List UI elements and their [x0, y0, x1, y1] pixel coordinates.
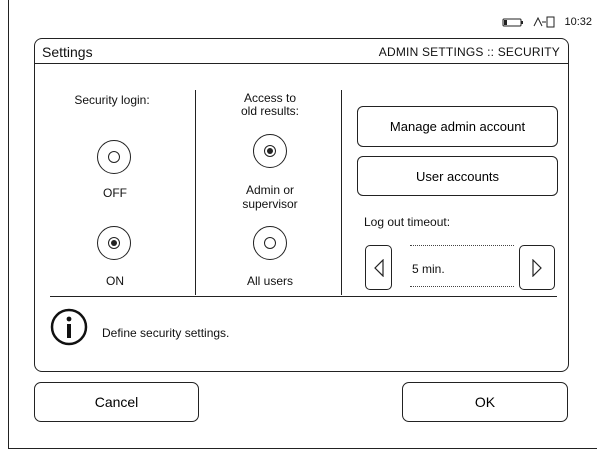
timeout-decrease-button[interactable] — [365, 245, 392, 290]
status-bar: 10:32 — [502, 14, 592, 30]
security-login-off-radio[interactable] — [97, 140, 131, 174]
manage-admin-account-button[interactable]: Manage admin account — [357, 106, 558, 147]
panel-header: Settings ADMIN SETTINGS :: SECURITY — [35, 39, 568, 64]
column-divider — [341, 90, 342, 295]
timeout-value-top-rule — [410, 245, 514, 246]
timeout-value-bottom-rule — [410, 286, 514, 287]
radio-ring-icon — [108, 151, 120, 163]
network-icon — [532, 16, 556, 28]
logout-timeout-value: 5 min. — [412, 262, 445, 276]
access-old-results-label-2: old results: — [240, 104, 300, 118]
security-login-on-label: ON — [106, 274, 124, 288]
chevron-left-icon — [374, 259, 384, 277]
access-all-users-label: All users — [246, 274, 293, 288]
battery-icon — [502, 17, 524, 28]
breadcrumb: ADMIN SETTINGS :: SECURITY — [378, 45, 560, 59]
status-time: 10:32 — [564, 16, 592, 28]
radio-selected-dot-icon — [267, 148, 273, 154]
security-login-on-radio[interactable] — [97, 226, 131, 260]
ok-button[interactable]: OK — [402, 382, 568, 422]
info-icon — [50, 308, 88, 346]
access-admin-supervisor-label-1: Admin or — [245, 183, 295, 197]
info-message: Define security settings. — [102, 326, 230, 340]
info-divider — [50, 296, 557, 297]
column-divider — [195, 90, 196, 295]
page-title: Settings — [42, 44, 93, 60]
cancel-button[interactable]: Cancel — [34, 382, 199, 422]
chevron-right-icon — [532, 259, 542, 277]
timeout-increase-button[interactable] — [519, 245, 555, 290]
security-login-off-label: OFF — [103, 186, 127, 200]
radio-ring-icon — [264, 237, 276, 249]
radio-selected-dot-icon — [111, 240, 117, 246]
access-admin-supervisor-label-2: supervisor — [242, 197, 298, 211]
user-accounts-button[interactable]: User accounts — [357, 156, 558, 196]
logout-timeout-label: Log out timeout: — [364, 215, 451, 229]
security-login-label: Security login: — [74, 93, 150, 107]
access-all-users-radio[interactable] — [253, 226, 287, 260]
access-admin-supervisor-radio[interactable] — [253, 134, 287, 168]
